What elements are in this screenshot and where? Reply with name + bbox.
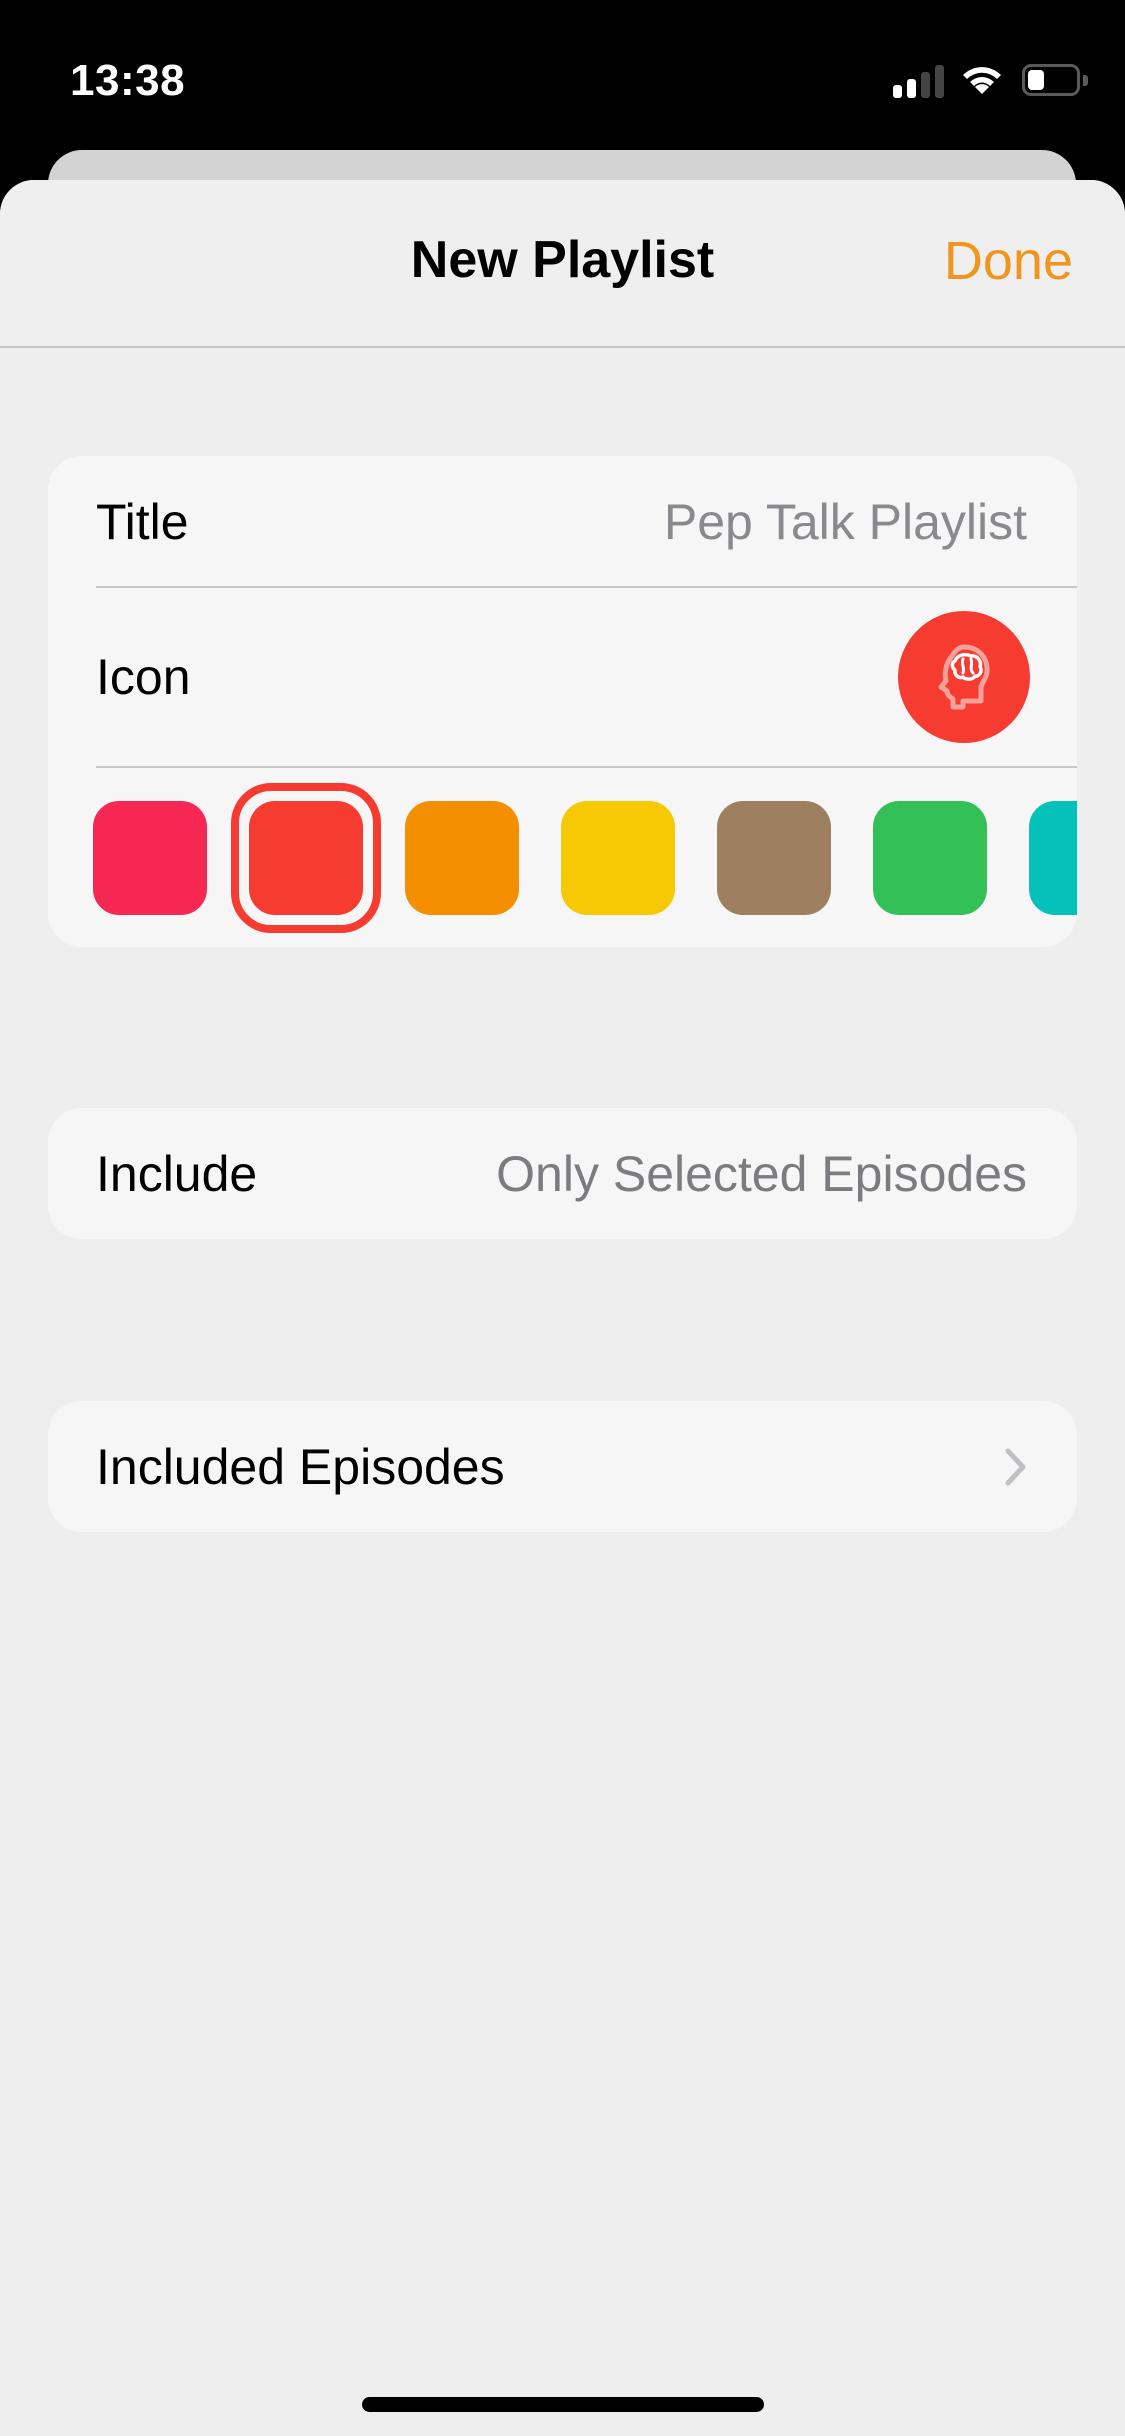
wifi-icon	[963, 67, 1001, 94]
icon-row[interactable]: Icon	[48, 588, 1077, 766]
color-swatch-red[interactable]	[249, 801, 363, 915]
title-input[interactable]: Pep Talk Playlist	[664, 493, 1027, 551]
included-episodes-card[interactable]: Included Episodes	[48, 1401, 1077, 1532]
details-card: Title Pep Talk Playlist Icon	[48, 456, 1077, 947]
color-swatch-orange[interactable]	[405, 801, 519, 915]
icon-label: Icon	[96, 649, 191, 705]
title-label: Title	[96, 493, 189, 550]
divider	[96, 766, 1077, 768]
navigation-bar: New Playlist Done	[0, 180, 1125, 348]
battery-icon	[1022, 64, 1080, 96]
included-episodes-row[interactable]: Included Episodes	[48, 1401, 1077, 1532]
chevron-right-icon	[1005, 1448, 1026, 1485]
cellular-signal-icon	[893, 64, 945, 98]
title-row[interactable]: Title Pep Talk Playlist	[48, 456, 1077, 587]
color-swatch-brown[interactable]	[717, 801, 831, 915]
new-playlist-sheet: New Playlist Done Title Pep Talk Playlis…	[0, 180, 1125, 2436]
color-swatch-teal[interactable]	[1029, 801, 1077, 915]
battery-level	[1028, 70, 1045, 90]
color-swatch-green[interactable]	[873, 801, 987, 915]
head-brain-icon	[938, 644, 990, 710]
signal-bar	[921, 72, 930, 98]
color-swatch-yellow[interactable]	[561, 801, 675, 915]
color-swatch-pink[interactable]	[93, 801, 207, 915]
status-time: 13:38	[70, 56, 186, 105]
battery-nub	[1083, 75, 1088, 86]
include-row[interactable]: Include Only Selected Episodes	[48, 1108, 1077, 1239]
signal-bar	[907, 79, 916, 98]
included-episodes-label: Included Episodes	[96, 1438, 505, 1495]
icon-preview-button[interactable]	[898, 611, 1030, 743]
done-button[interactable]: Done	[944, 230, 1073, 292]
home-indicator[interactable]	[362, 2397, 764, 2412]
signal-bar	[893, 85, 902, 98]
include-card[interactable]: Include Only Selected Episodes	[48, 1108, 1077, 1239]
include-value[interactable]: Only Selected Episodes	[496, 1145, 1027, 1203]
include-label: Include	[96, 1145, 258, 1202]
signal-bar	[935, 65, 944, 98]
status-bar: 13:38	[0, 0, 1125, 150]
